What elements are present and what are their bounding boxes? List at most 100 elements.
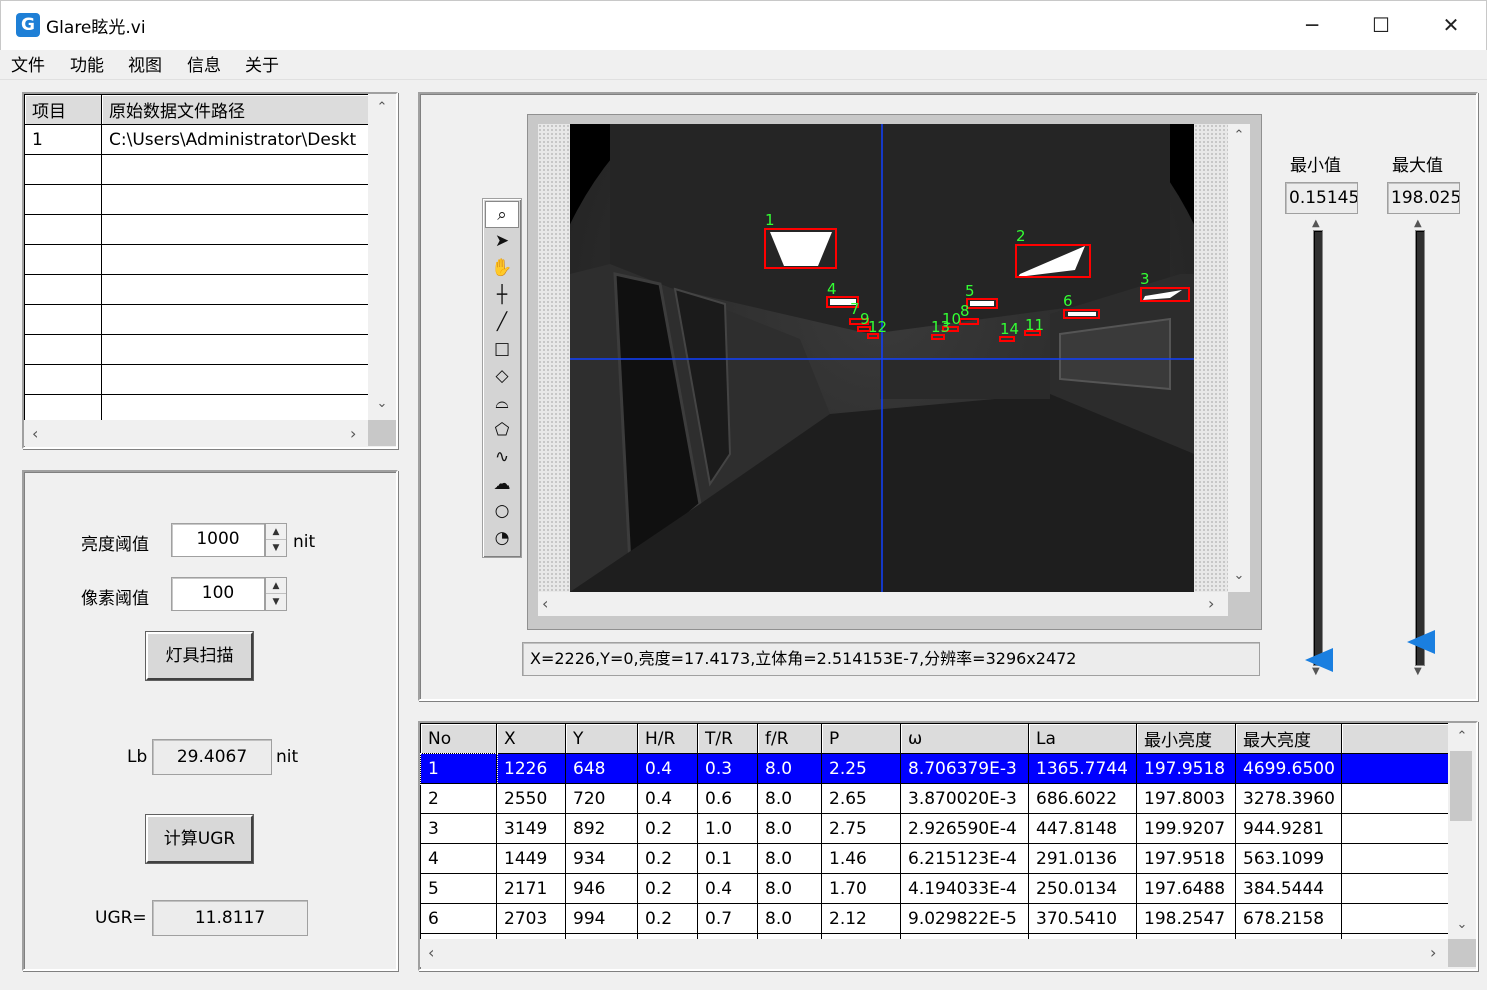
table-cell[interactable]: 1.0: [697, 813, 758, 844]
polygon-icon[interactable]: ⬠: [485, 417, 519, 444]
table-cell[interactable]: [101, 214, 368, 245]
table-cell[interactable]: [1341, 813, 1448, 844]
pointer-icon[interactable]: ➤: [485, 228, 519, 255]
table-row[interactable]: 1 C:\Users\Administrator\Deskt: [24, 124, 368, 155]
table-cell[interactable]: 3278.3960: [1235, 783, 1342, 814]
table-cell[interactable]: 1449: [496, 843, 566, 874]
results-header-cell[interactable]: X: [496, 723, 566, 754]
table-cell[interactable]: 3: [420, 813, 497, 844]
table-row[interactable]: [24, 214, 368, 245]
table-cell[interactable]: 4699.6500: [1235, 753, 1342, 784]
results-header-cell[interactable]: ω: [900, 723, 1029, 754]
table-cell[interactable]: 0.4: [637, 753, 698, 784]
broken-annulus-icon[interactable]: ◔: [485, 525, 519, 552]
table-cell[interactable]: 0.7: [697, 903, 758, 934]
table-cell[interactable]: 2550: [496, 783, 566, 814]
table-cell[interactable]: 944.9281: [1235, 813, 1342, 844]
table-cell[interactable]: [24, 214, 102, 245]
table-cell[interactable]: [1341, 873, 1448, 904]
menu-function[interactable]: 功能: [70, 51, 104, 76]
table-cell[interactable]: 0.3: [697, 753, 758, 784]
table-cell[interactable]: 197.8003: [1136, 783, 1236, 814]
spin-down-icon[interactable]: ▼: [266, 594, 286, 610]
results-vscroll[interactable]: ⌃ ⌄: [1448, 723, 1476, 939]
table-cell[interactable]: C:\Users\Administrator\Deskt: [101, 124, 368, 155]
table-cell[interactable]: 2.12: [821, 903, 901, 934]
table-row[interactable]: 3 3149 892 0.2 1.0 8.0 2.75 2.926590E-4 447.8148…: [420, 813, 1448, 844]
table-row[interactable]: 4 1449 934 0.2 0.1 8.0 1.46 6.215123E-4 291.0136…: [420, 843, 1448, 874]
glare-image[interactable]: 1 2 3 4 5 6 7 8 9 10 11 12 13 14: [570, 124, 1194, 592]
table-cell[interactable]: 384.5444: [1235, 873, 1342, 904]
table-cell[interactable]: 563.1099: [1235, 843, 1342, 874]
table-row[interactable]: 1 1226 648 0.4 0.3 8.0 2.25 8.706379E-3 1365.774…: [420, 752, 1448, 785]
image-vscroll[interactable]: ⌃ ⌄: [1228, 124, 1250, 592]
table-cell[interactable]: [101, 304, 368, 335]
table-cell[interactable]: 197.9518: [1136, 843, 1236, 874]
table-cell[interactable]: 8.0: [757, 813, 822, 844]
min-slider-track[interactable]: [1313, 230, 1323, 666]
table-cell[interactable]: 9.029822E-5: [900, 903, 1029, 934]
table-row[interactable]: 6 2703 994 0.2 0.7 8.0 2.12 9.029822E-5 370.5410…: [420, 903, 1448, 934]
file-table[interactable]: 项目 原始数据文件路径 1 C:\Users\Administrator\Des…: [24, 94, 368, 420]
table-row[interactable]: 2 2550 720 0.4 0.6 8.0 2.65 3.870020E-3 686.6022…: [420, 783, 1448, 814]
table-cell[interactable]: 0.2: [637, 813, 698, 844]
table-cell[interactable]: [1341, 903, 1448, 934]
table-cell[interactable]: 8.0: [757, 873, 822, 904]
table-cell[interactable]: 8.0: [757, 753, 822, 784]
table-cell[interactable]: 720: [565, 783, 638, 814]
table-cell[interactable]: 1: [24, 124, 102, 155]
max-slider-thumb[interactable]: [1407, 630, 1435, 654]
table-row[interactable]: [24, 184, 368, 215]
table-row[interactable]: [24, 394, 368, 420]
scroll-right-icon[interactable]: ›: [1208, 594, 1214, 613]
scroll-down-icon[interactable]: ⌄: [368, 396, 396, 411]
spin-up-icon[interactable]: ▲: [266, 524, 286, 540]
scroll-thumb[interactable]: [1450, 751, 1472, 821]
file-table-hscroll[interactable]: ‹ ›: [24, 420, 368, 446]
close-button[interactable]: ✕: [1416, 0, 1486, 50]
table-cell[interactable]: 2171: [496, 873, 566, 904]
table-cell[interactable]: [24, 394, 102, 420]
table-cell[interactable]: [24, 244, 102, 275]
table-cell[interactable]: 199.9207: [1136, 813, 1236, 844]
table-cell[interactable]: [24, 304, 102, 335]
results-header-cell[interactable]: 最大亮度: [1235, 723, 1342, 754]
table-cell[interactable]: 370.5410: [1028, 903, 1137, 934]
scroll-down-icon[interactable]: ⌄: [1448, 917, 1476, 932]
table-cell[interactable]: [101, 394, 368, 420]
table-cell[interactable]: 0.1: [697, 843, 758, 874]
table-cell[interactable]: 291.0136: [1028, 843, 1137, 874]
table-cell[interactable]: 8.0: [757, 783, 822, 814]
table-cell[interactable]: 892: [565, 813, 638, 844]
table-cell[interactable]: 2.926590E-4: [900, 813, 1029, 844]
table-row[interactable]: [24, 244, 368, 275]
table-cell[interactable]: [24, 154, 102, 185]
results-header-cell[interactable]: f/R: [757, 723, 822, 754]
table-cell[interactable]: 6: [420, 903, 497, 934]
table-cell[interactable]: 198.2547: [1136, 903, 1236, 934]
line-icon[interactable]: ╱: [485, 309, 519, 336]
spin-down-icon[interactable]: ▼: [266, 540, 286, 556]
table-cell[interactable]: 946: [565, 873, 638, 904]
scroll-right-icon[interactable]: ›: [1430, 943, 1436, 962]
table-cell[interactable]: 8.706379E-3: [900, 753, 1029, 784]
table-cell[interactable]: 1365.7744: [1028, 753, 1137, 784]
image-hscroll[interactable]: ‹ ›: [538, 592, 1228, 616]
table-cell[interactable]: [101, 244, 368, 275]
table-cell[interactable]: 8.0: [757, 903, 822, 934]
table-cell[interactable]: 2.65: [821, 783, 901, 814]
pixel-threshold-stepper[interactable]: ▲ ▼: [265, 577, 287, 611]
table-row[interactable]: [24, 274, 368, 305]
crosshair-icon[interactable]: ┼: [485, 282, 519, 309]
spin-up-icon[interactable]: ▲: [266, 578, 286, 594]
table-row[interactable]: [24, 334, 368, 365]
table-row[interactable]: [24, 304, 368, 335]
scroll-down-icon[interactable]: ⌄: [1228, 568, 1250, 583]
table-cell[interactable]: 686.6022: [1028, 783, 1137, 814]
table-cell[interactable]: 447.8148: [1028, 813, 1137, 844]
table-cell[interactable]: [1341, 843, 1448, 874]
menu-about[interactable]: 关于: [245, 51, 279, 76]
oval-icon[interactable]: ○: [485, 498, 519, 525]
table-cell[interactable]: 994: [565, 903, 638, 934]
scroll-right-icon[interactable]: ›: [350, 424, 356, 443]
